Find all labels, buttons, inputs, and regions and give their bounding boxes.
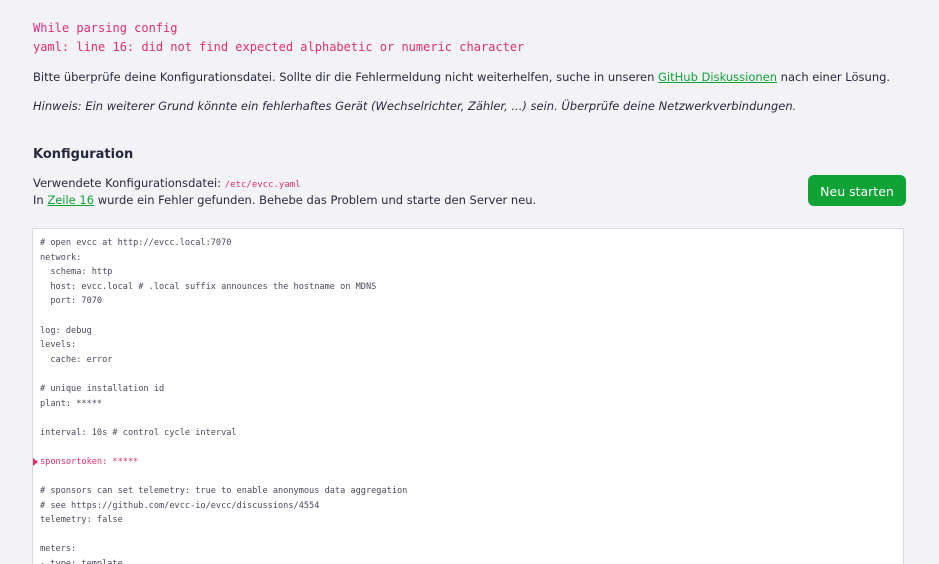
code-line: network: — [40, 252, 82, 263]
config-file-label: Verwendete Konfigurationsdatei: — [33, 176, 225, 190]
code-line: cache: error — [40, 354, 113, 365]
error-page: While parsing config yaml: line 16: did … — [0, 0, 939, 564]
code-line: levels: — [40, 340, 77, 351]
error-line-link[interactable]: Zeile 16 — [47, 193, 94, 207]
help-text-after: nach einer Lösung. — [777, 70, 891, 84]
config-code-view[interactable]: # open evcc at http://evcc.local:7070 net… — [32, 228, 904, 564]
fix-text-before: In — [33, 193, 48, 207]
fix-text-after: wurde ein Fehler gefunden. Behebe das Pr… — [94, 193, 537, 207]
code-line: meters: — [40, 544, 77, 555]
code-line: interval: 10s # control cycle interval — [40, 427, 237, 438]
github-discussions-link[interactable]: GitHub Diskussionen — [658, 70, 777, 84]
error-message: While parsing config yaml: line 16: did … — [33, 19, 524, 57]
config-file-path: /etc/evcc.yaml — [224, 180, 301, 190]
code-line: # unique installation id — [40, 383, 165, 394]
code-line: - type: template — [40, 557, 407, 564]
code-line: schema: http — [40, 267, 113, 278]
error-detail: yaml: line 16: did not find expected alp… — [33, 40, 525, 54]
code-line: port: 7070 — [40, 296, 103, 307]
help-text: Bitte überprüfe deine Konfigurationsdate… — [33, 69, 890, 85]
code-line: # see https://github.com/evcc-io/evcc/di… — [40, 500, 320, 511]
code-line-error: sponsortoken: ***** — [33, 455, 407, 470]
code-lines: # open evcc at http://evcc.local:7070 net… — [33, 236, 408, 564]
help-text-before: Bitte überprüfe deine Konfigurationsdate… — [33, 70, 659, 84]
config-file-line: Verwendete Konfigurationsdatei: /etc/evc… — [33, 175, 301, 193]
fix-instruction: In Zeile 16 wurde ein Fehler gefunden. B… — [33, 192, 536, 208]
code-line: host: evcc.local # .local suffix announc… — [40, 281, 377, 292]
error-marker-icon — [33, 457, 38, 466]
code-line: telemetry: false — [40, 515, 123, 526]
hint-text: Hinweis: Ein weiterer Grund könnte ein f… — [33, 99, 797, 113]
code-line: log: debug — [40, 325, 92, 336]
error-title: While parsing config — [33, 21, 178, 35]
restart-button[interactable]: Neu starten — [808, 175, 906, 206]
section-title: Konfiguration — [33, 147, 134, 162]
code-line: plant: ***** — [40, 398, 103, 409]
code-line: # sponsors can set telemetry: true to en… — [40, 486, 408, 497]
code-line: # open evcc at http://evcc.local:7070 — [40, 238, 232, 248]
